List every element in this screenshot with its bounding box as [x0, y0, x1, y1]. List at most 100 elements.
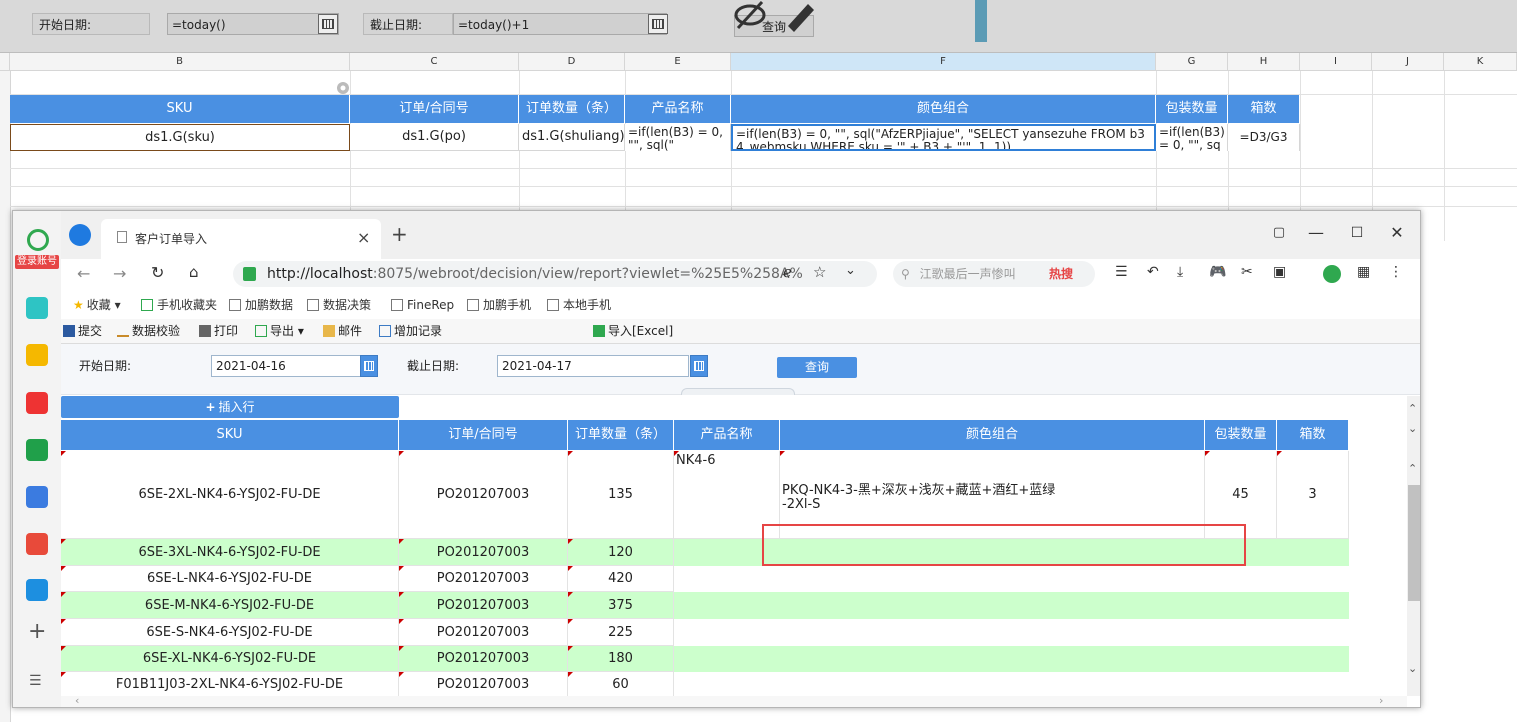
- cell-qty[interactable]: 375: [568, 592, 674, 619]
- designer-header-qty[interactable]: 订单数量（条）: [519, 95, 625, 123]
- bookmark-jiapeng-mobile[interactable]: 加鹏手机: [467, 297, 531, 313]
- cell-sku[interactable]: 6SE-M-NK4-6-YSJ02-FU-DE: [61, 592, 399, 619]
- cell-qty[interactable]: 60: [568, 672, 674, 698]
- dropdown-icon[interactable]: ⌄: [845, 263, 856, 278]
- cell-sku[interactable]: 6SE-XL-NK4-6-YSJ02-FU-DE: [61, 646, 399, 672]
- cell-sku[interactable]: 6SE-3XL-NK4-6-YSJ02-FU-DE: [61, 539, 399, 566]
- bookmark-mobile[interactable]: 手机收藏夹: [141, 297, 217, 313]
- table-row[interactable]: 6SE-S-NK4-6-YSJ02-FU-DE PO201207003 225: [61, 619, 1349, 646]
- column-header-e[interactable]: E: [625, 53, 731, 71]
- designer-start-input[interactable]: =today(): [167, 13, 339, 35]
- column-header-i[interactable]: I: [1300, 53, 1372, 71]
- home-icon[interactable]: ⌂: [189, 263, 199, 281]
- favorite-star-icon[interactable]: ☆: [813, 263, 826, 281]
- cell-qty[interactable]: 420: [568, 566, 674, 592]
- column-header-g[interactable]: G: [1156, 53, 1228, 71]
- add-icon[interactable]: +: [28, 619, 46, 644]
- calendar-icon[interactable]: [318, 14, 338, 34]
- notes-icon[interactable]: [26, 486, 48, 508]
- collapse-panel-handle[interactable]: [681, 388, 795, 395]
- cell-qty[interactable]: 120: [568, 539, 674, 566]
- calendar-icon[interactable]: [648, 14, 668, 34]
- designer-cell-po[interactable]: ds1.G(po): [350, 124, 519, 151]
- app-icon[interactable]: [26, 579, 48, 601]
- cell-po[interactable]: PO201207003: [399, 619, 568, 646]
- back-icon[interactable]: ←: [77, 264, 90, 283]
- table-row[interactable]: F01B11J03-2XL-NK4-6-YSJ02-FU-DE PO201207…: [61, 672, 1349, 698]
- bookmark-local-mobile[interactable]: 本地手机: [547, 297, 611, 313]
- apps-grid-icon[interactable]: ▦: [1357, 264, 1370, 280]
- column-header-h[interactable]: H: [1228, 53, 1300, 71]
- bookmark-finereport[interactable]: FineRep: [391, 297, 454, 313]
- end-date-input[interactable]: 2021-04-17: [497, 355, 689, 377]
- weibo-icon[interactable]: [26, 392, 48, 414]
- navigate-icon[interactable]: [69, 224, 91, 246]
- calendar-icon[interactable]: [360, 355, 378, 377]
- cell-sku[interactable]: 6SE-L-NK4-6-YSJ02-FU-DE: [61, 566, 399, 592]
- scroll-right-icon[interactable]: ›: [1379, 694, 1383, 707]
- query-button[interactable]: 查询: [777, 357, 857, 378]
- new-tab-icon[interactable]: +: [391, 222, 408, 246]
- column-header-j[interactable]: J: [1372, 53, 1444, 71]
- column-header-c[interactable]: C: [350, 53, 519, 71]
- cell-po[interactable]: PO201207003: [399, 646, 568, 672]
- submit-button[interactable]: 提交: [63, 323, 102, 339]
- column-header-k[interactable]: K: [1444, 53, 1517, 71]
- designer-cell-pack-formula[interactable]: =if(len(B3) = 0, "", sq: [1156, 124, 1228, 151]
- hot-search-label[interactable]: 热搜: [1049, 261, 1073, 287]
- scroll-up-icon[interactable]: ⌃: [1408, 402, 1417, 415]
- designer-cell-boxes-formula[interactable]: =D3/G3: [1228, 124, 1300, 151]
- gear-icon[interactable]: [335, 80, 351, 96]
- forward-icon[interactable]: →: [113, 264, 126, 283]
- export-button[interactable]: 导出 ▾: [255, 323, 304, 339]
- more-icon[interactable]: ⋮: [1389, 264, 1403, 280]
- add-record-button[interactable]: 增加记录: [379, 323, 442, 339]
- reading-list-icon[interactable]: ☰: [1115, 264, 1128, 280]
- mail-button[interactable]: 邮件: [323, 323, 362, 339]
- screenshot-icon[interactable]: ✂: [1241, 264, 1253, 280]
- designer-cell-color-formula[interactable]: =if(len(B3) = 0, "", sql("AfzERPjiajue",…: [731, 124, 1156, 151]
- designer-header-po[interactable]: 订单/合同号: [350, 95, 519, 123]
- vertical-scrollbar-thumb[interactable]: [1408, 485, 1420, 601]
- cell-sku[interactable]: 6SE-S-NK4-6-YSJ02-FU-DE: [61, 619, 399, 646]
- print-button[interactable]: 打印: [199, 323, 238, 339]
- scroll-up-icon[interactable]: ⌃: [1408, 462, 1417, 475]
- designer-cell-qty[interactable]: ds1.G(shuliang): [519, 124, 625, 151]
- column-header-d[interactable]: D: [519, 53, 625, 71]
- hide-pencil-icon[interactable]: [732, 0, 822, 32]
- designer-cell-sku[interactable]: ds1.G(sku): [10, 124, 350, 151]
- maximize-icon[interactable]: ☐: [1347, 223, 1367, 243]
- designer-end-input[interactable]: =today()+1: [453, 13, 667, 35]
- table-row[interactable]: 6SE-L-NK4-6-YSJ02-FU-DE PO201207003 420: [61, 566, 1349, 592]
- menu-icon[interactable]: ☰: [29, 673, 42, 689]
- designer-header-sku[interactable]: SKU: [10, 95, 350, 123]
- search-input[interactable]: ⚲ 江歌最后一声惨叫 热搜: [893, 261, 1095, 287]
- game-icon[interactable]: 🎮: [1209, 264, 1226, 280]
- plugin-icon[interactable]: [26, 297, 48, 319]
- scroll-down-icon[interactable]: ⌄: [1408, 662, 1417, 675]
- insert-row-button[interactable]: + 插入行: [61, 396, 399, 418]
- close-tab-icon[interactable]: ×: [357, 228, 370, 247]
- cell-sku[interactable]: 6SE-2XL-NK4-6-YSJ02-FU-DE: [61, 451, 399, 539]
- scroll-down-icon[interactable]: ⌄: [1408, 422, 1417, 435]
- cell-po[interactable]: PO201207003: [399, 539, 568, 566]
- scroll-left-icon[interactable]: ‹: [75, 694, 79, 707]
- horizontal-scrollbar[interactable]: ‹ ›: [61, 694, 1407, 707]
- tab-customer-order-import[interactable]: 客户订单导入 ×: [101, 219, 381, 259]
- verify-button[interactable]: 数据校验: [117, 323, 180, 339]
- skin-icon[interactable]: ▢: [1269, 223, 1289, 243]
- star-icon[interactable]: [26, 344, 48, 366]
- designer-cell-product-formula[interactable]: =if(len(B3) = 0, "", sql(": [625, 124, 731, 151]
- bookmark-favorites[interactable]: ★ 收藏 ▾: [73, 297, 121, 313]
- url-field[interactable]: http://localhost:8075/webroot/decision/v…: [233, 261, 877, 287]
- cell-qty[interactable]: 135: [568, 451, 674, 539]
- table-row[interactable]: 6SE-M-NK4-6-YSJ02-FU-DE PO201207003 375: [61, 592, 1349, 619]
- mail-icon[interactable]: [26, 439, 48, 461]
- cell-po[interactable]: PO201207003: [399, 672, 568, 698]
- cell-qty[interactable]: 180: [568, 646, 674, 672]
- login-button[interactable]: 登录账号: [15, 255, 59, 269]
- cell-sku[interactable]: F01B11J03-2XL-NK4-6-YSJ02-FU-DE: [61, 672, 399, 698]
- table-row[interactable]: 6SE-XL-NK4-6-YSJ02-FU-DE PO201207003 180: [61, 646, 1349, 672]
- download-icon[interactable]: ⤓: [1177, 264, 1183, 280]
- designer-header-color[interactable]: 颜色组合: [731, 95, 1156, 123]
